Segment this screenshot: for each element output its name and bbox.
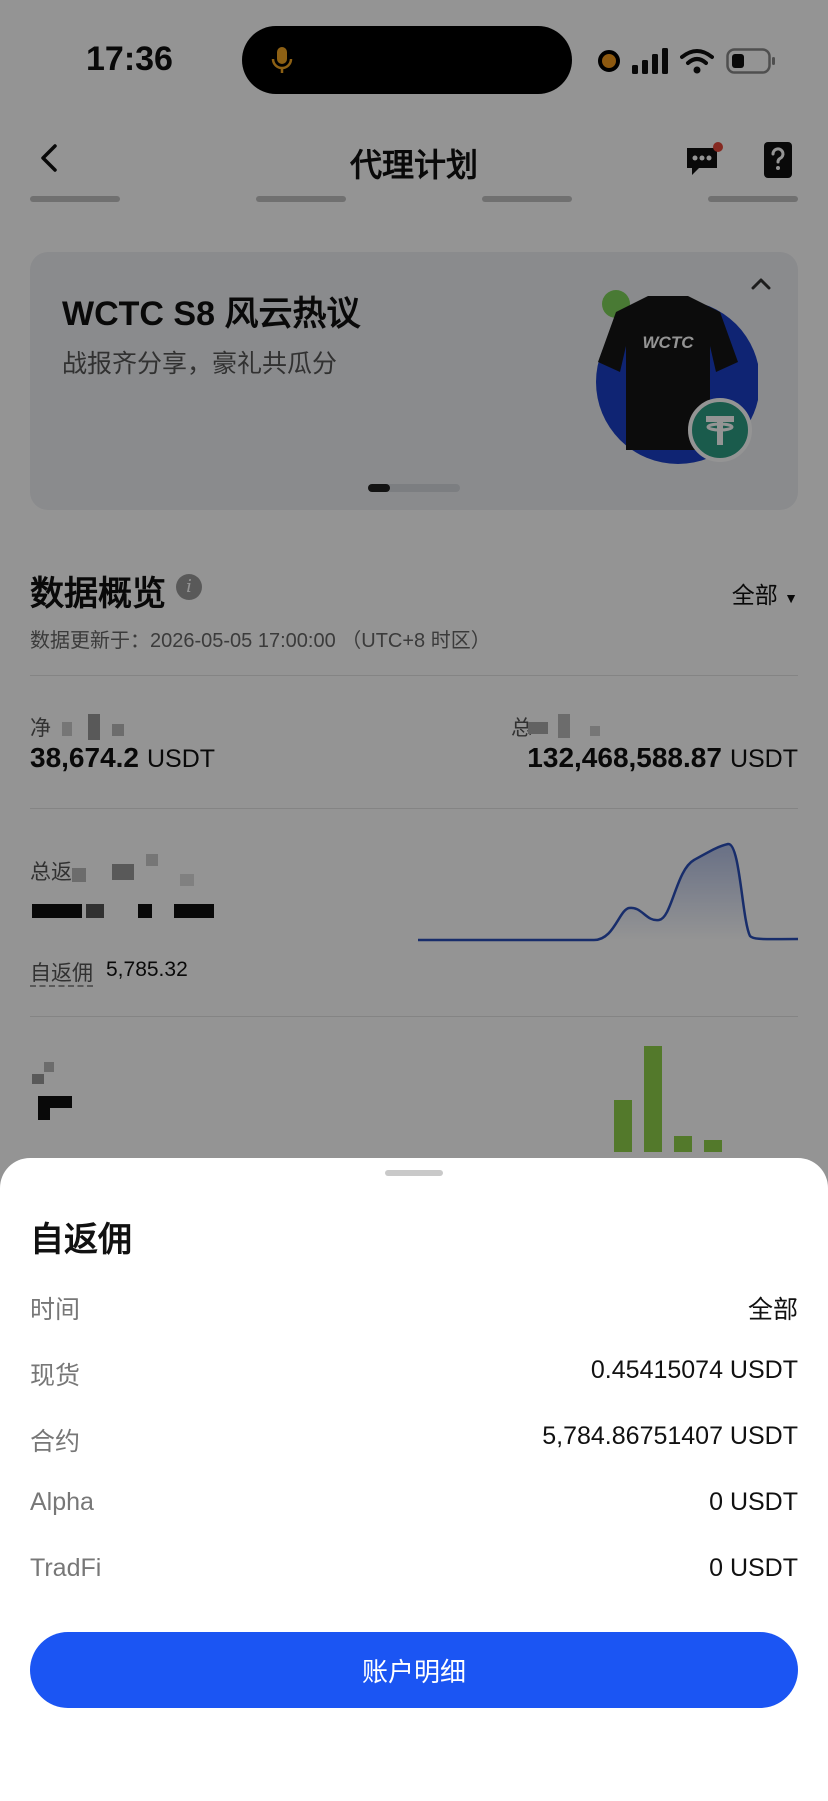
- row-label: 时间: [30, 1296, 81, 1324]
- detail-row-alpha: Alpha 0 USDT: [30, 1488, 798, 1528]
- row-label: 现货: [30, 1362, 81, 1390]
- row-value: 0.45415074 USDT: [590, 1356, 798, 1384]
- detail-row-tradfi: TradFi 0 USDT: [30, 1554, 798, 1594]
- row-value: 全部: [747, 1296, 798, 1324]
- self-rebate-sheet: 自返佣 时间 全部 现货 0.45415074 USDT 合约 5,784.86…: [0, 1158, 828, 1801]
- detail-row-spot: 现货 0.45415074 USDT: [30, 1356, 798, 1396]
- row-value: 0 USDT: [709, 1488, 798, 1516]
- row-value: 0 USDT: [709, 1554, 798, 1582]
- drag-handle[interactable]: [385, 1170, 443, 1176]
- row-label: 合约: [30, 1428, 81, 1456]
- row-label: Alpha: [30, 1488, 94, 1516]
- detail-row-time: 时间 全部: [30, 1290, 798, 1330]
- row-label: TradFi: [30, 1554, 102, 1582]
- account-details-button[interactable]: 账户明细: [30, 1632, 798, 1708]
- row-value: 5,784.86751407 USDT: [542, 1422, 798, 1450]
- sheet-title: 自返佣: [30, 1221, 132, 1259]
- detail-row-futures: 合约 5,784.86751407 USDT: [30, 1422, 798, 1462]
